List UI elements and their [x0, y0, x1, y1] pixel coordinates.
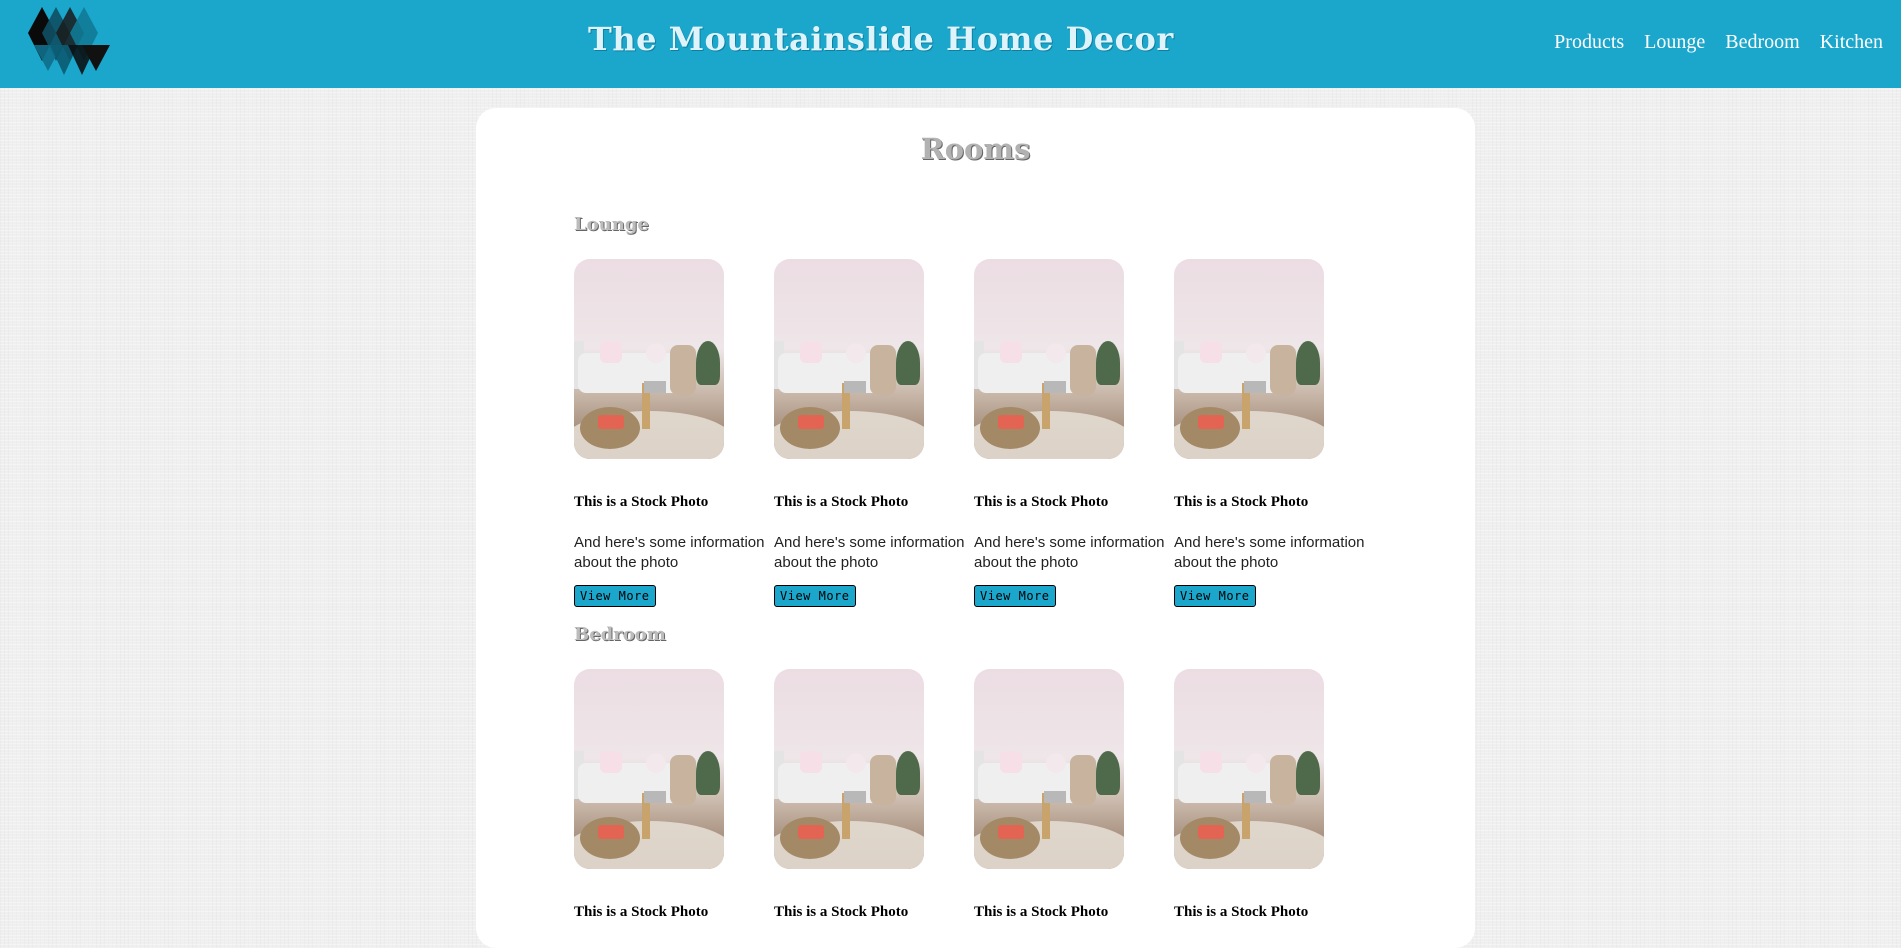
stock-photo[interactable]: [1174, 259, 1324, 459]
nav-bedroom[interactable]: Bedroom: [1725, 31, 1799, 54]
view-more-button[interactable]: View More: [574, 585, 656, 607]
card-description: And here's some information about the ph…: [574, 534, 765, 571]
card-description: And here's some information about the ph…: [1174, 534, 1365, 571]
stock-photo[interactable]: [974, 669, 1124, 869]
stock-photo[interactable]: [774, 259, 924, 459]
stock-photo[interactable]: [774, 669, 924, 869]
stock-photo[interactable]: [1174, 669, 1324, 869]
card-title: This is a Stock Photo: [974, 904, 1109, 920]
content-panel: Rooms Lounge This is a Stock Photo And h…: [476, 108, 1475, 948]
product-card: This is a Stock Photo: [574, 669, 774, 921]
product-card: This is a Stock Photo And here's some in…: [974, 259, 1174, 607]
card-title: This is a Stock Photo: [774, 904, 909, 920]
section-title-bedroom: Bedroom: [574, 624, 666, 645]
card-title: This is a Stock Photo: [574, 904, 709, 920]
card-description: And here's some information about the ph…: [774, 534, 965, 571]
view-more-button[interactable]: View More: [774, 585, 856, 607]
site-title: The Mountainslide Home Decor: [588, 20, 1174, 58]
nav-lounge[interactable]: Lounge: [1644, 31, 1705, 54]
card-title: This is a Stock Photo: [574, 494, 709, 510]
product-card: This is a Stock Photo: [1174, 669, 1374, 921]
card-title: This is a Stock Photo: [974, 494, 1109, 510]
product-card: This is a Stock Photo And here's some in…: [1174, 259, 1374, 607]
product-card: This is a Stock Photo And here's some in…: [774, 259, 974, 607]
product-card: This is a Stock Photo: [974, 669, 1174, 921]
stock-photo[interactable]: [574, 669, 724, 869]
nav-products[interactable]: Products: [1554, 31, 1624, 54]
page-title: Rooms: [920, 132, 1031, 166]
nav-kitchen[interactable]: Kitchen: [1820, 31, 1883, 54]
product-card: This is a Stock Photo And here's some in…: [574, 259, 774, 607]
main-nav: Products Lounge Bedroom Kitchen: [1554, 31, 1883, 54]
product-card: This is a Stock Photo: [774, 669, 974, 921]
card-title: This is a Stock Photo: [774, 494, 909, 510]
view-more-button[interactable]: View More: [974, 585, 1056, 607]
card-title: This is a Stock Photo: [1174, 494, 1309, 510]
stock-photo[interactable]: [974, 259, 1124, 459]
section-title-lounge: Lounge: [574, 214, 649, 235]
stock-photo[interactable]: [574, 259, 724, 459]
card-description: And here's some information about the ph…: [974, 534, 1165, 571]
header-bar: The Mountainslide Home Decor Products Lo…: [0, 0, 1901, 88]
mountain-logo-icon[interactable]: [28, 5, 110, 77]
card-title: This is a Stock Photo: [1174, 904, 1309, 920]
view-more-button[interactable]: View More: [1174, 585, 1256, 607]
